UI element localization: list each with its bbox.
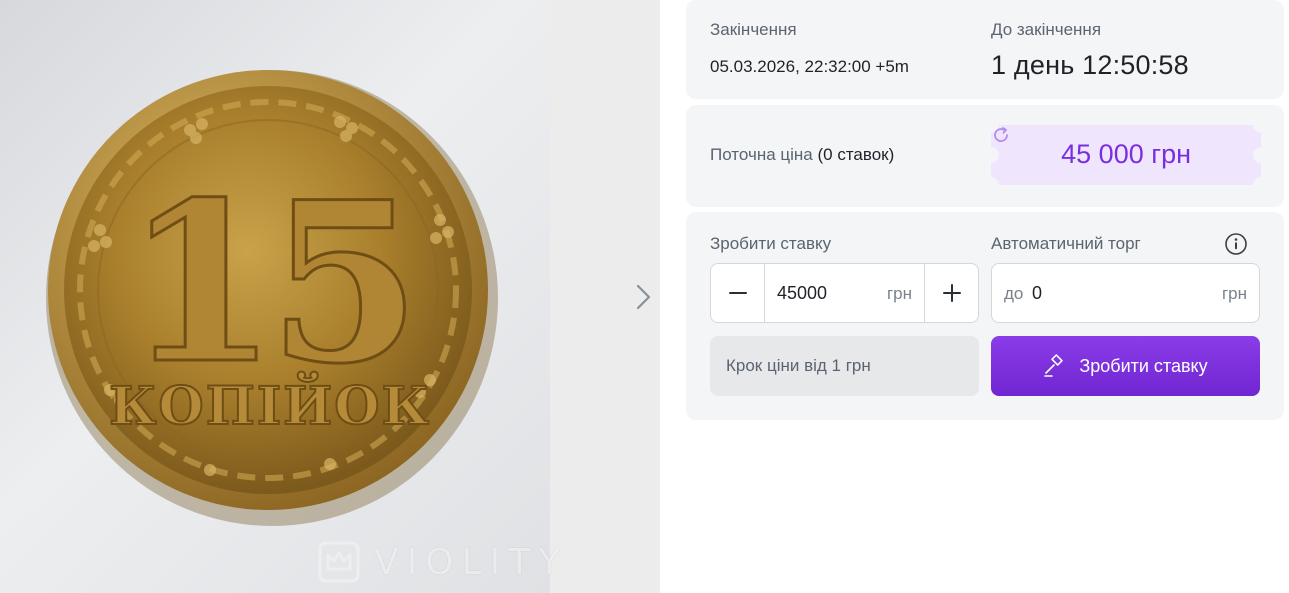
decrease-bid-button[interactable] — [711, 264, 765, 322]
current-price-card: Поточна ціна (0 ставок) 45 000 грн — [686, 105, 1284, 207]
auto-bid-field: до грн — [991, 263, 1260, 323]
crown-logo-icon — [318, 541, 360, 583]
gavel-icon — [1044, 354, 1064, 377]
auto-bid-input[interactable] — [1032, 264, 1182, 322]
current-price-label: Поточна ціна (0 ставок) — [710, 145, 894, 165]
auto-bid-prefix: до — [1004, 284, 1024, 303]
end-date: 05.03.2026, 22:32:00 +5m — [710, 57, 909, 76]
auction-timing-card: Закінчення 05.03.2026, 22:32:00 +5m До з… — [686, 0, 1284, 99]
auto-bid-currency: грн — [1221, 284, 1247, 303]
lot-photo[interactable]: 15 КОПІЙОК — [0, 0, 550, 593]
info-icon[interactable] — [1224, 232, 1248, 256]
time-left-label: До закінчення — [991, 20, 1102, 39]
bid-card: Зробити ставку Автоматичний торг грн — [686, 212, 1284, 420]
current-price-value: 45 000 грн — [1061, 139, 1191, 169]
end-label: Закінчення — [710, 20, 797, 39]
current-price-label-text: Поточна ціна — [710, 145, 813, 164]
bid-amount-stepper: грн — [710, 263, 979, 323]
bid-amount-input[interactable] — [777, 264, 877, 322]
countdown-timer: 1 день 12:50:58 — [991, 50, 1189, 80]
svg-text:15: 15 — [125, 153, 411, 412]
place-bid-button-label: Зробити ставку — [1079, 355, 1208, 376]
auto-bid-label: Автоматичний торг — [991, 234, 1141, 253]
price-badge: 45 000 грн — [991, 125, 1261, 185]
minus-icon — [728, 292, 747, 294]
place-bid-button[interactable]: Зробити ставку — [991, 336, 1260, 396]
coin-image: 15 КОПІЙОК — [46, 70, 498, 526]
refresh-icon[interactable] — [991, 125, 1011, 145]
violity-watermark: VIOLITY — [318, 540, 568, 584]
bid-amount-field-wrap: грн — [765, 264, 924, 322]
plus-icon — [942, 284, 961, 302]
bid-step-note: Крок ціни від 1 грн — [710, 336, 979, 396]
bids-count: (0 ставок) — [817, 145, 895, 164]
auction-page: 15 КОПІЙОК VIOLITY Закінчення 05.03.2026… — [0, 0, 1289, 593]
increase-bid-button[interactable] — [924, 264, 978, 322]
place-bid-label: Зробити ставку — [710, 234, 832, 253]
bid-currency: грн — [886, 284, 912, 303]
svg-text:КОПІЙОК: КОПІЙОК — [109, 371, 431, 437]
watermark-text: VIOLITY — [374, 541, 569, 583]
chevron-right-icon[interactable] — [628, 282, 658, 312]
image-gallery: 15 КОПІЙОК VIOLITY — [0, 0, 660, 593]
